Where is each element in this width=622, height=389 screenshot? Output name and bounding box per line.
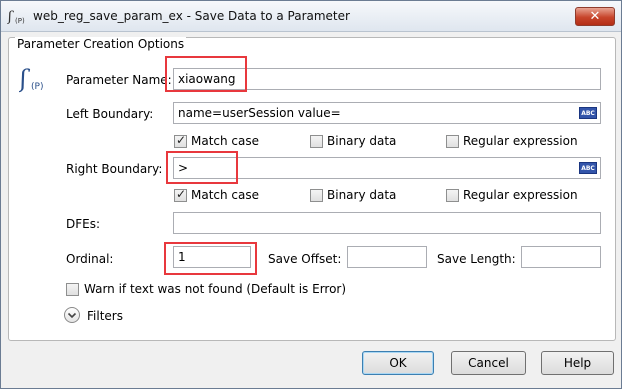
save-offset-input[interactable]	[347, 246, 427, 268]
filters-expander[interactable]	[64, 307, 80, 323]
left-boundary-input[interactable]: name=userSession value=	[173, 102, 601, 124]
dfes-label: DFEs:	[66, 217, 101, 231]
ordinal-label: Ordinal:	[66, 252, 114, 266]
cancel-button[interactable]: Cancel	[451, 351, 526, 375]
help-button[interactable]: Help	[541, 351, 614, 375]
save-length-input[interactable]	[521, 246, 601, 268]
title-bar[interactable]: ʃ (P) web_reg_save_param_ex - Save Data …	[1, 1, 621, 32]
left-regex-checkbox[interactable]	[446, 135, 459, 148]
close-button[interactable]: ✕	[575, 7, 615, 26]
dialog-window: ʃ (P) web_reg_save_param_ex - Save Data …	[0, 0, 622, 389]
left-binary-data-label: Binary data	[327, 134, 397, 148]
right-match-case-label: Match case	[191, 188, 260, 202]
left-regex-label: Regular expression	[463, 134, 578, 148]
highlight-ordinal	[164, 242, 257, 275]
warn-label: Warn if text was not found (Default is E…	[84, 282, 347, 296]
text-editor-icon[interactable]: ABC	[579, 107, 597, 119]
svg-text:(P): (P)	[15, 17, 25, 25]
warn-checkbox[interactable]	[66, 283, 79, 296]
filters-label[interactable]: Filters	[87, 309, 123, 323]
highlight-right-boundary	[166, 151, 238, 184]
left-boundary-label: Left Boundary:	[66, 107, 154, 121]
group-title: Parameter Creation Options	[15, 37, 187, 51]
save-length-label: Save Length:	[437, 252, 516, 266]
chevron-down-icon	[67, 312, 77, 319]
ok-button[interactable]: OK	[362, 351, 434, 375]
left-match-case-checkbox[interactable]	[174, 133, 187, 148]
function-icon: ʃ (P)	[7, 9, 25, 25]
right-regex-checkbox[interactable]	[446, 189, 459, 202]
right-boundary-label: Right Boundary:	[66, 162, 163, 176]
svg-text:ʃ: ʃ	[19, 65, 31, 93]
right-match-case-checkbox[interactable]	[174, 187, 187, 202]
window-title: web_reg_save_param_ex - Save Data to a P…	[33, 9, 350, 23]
svg-text:ʃ: ʃ	[7, 9, 14, 25]
text-editor-icon[interactable]: ABC	[579, 162, 597, 174]
svg-text:(P): (P)	[31, 82, 43, 92]
parameter-icon: ʃ (P)	[19, 65, 43, 93]
parameter-name-label: Parameter Name:	[66, 73, 172, 87]
left-binary-data-checkbox[interactable]	[310, 135, 323, 148]
dfes-input[interactable]	[173, 212, 601, 234]
highlight-parameter-name	[165, 56, 247, 92]
left-match-case-label: Match case	[191, 134, 260, 148]
right-binary-data-checkbox[interactable]	[310, 189, 323, 202]
right-regex-label: Regular expression	[463, 188, 578, 202]
save-offset-label: Save Offset:	[268, 252, 342, 266]
right-binary-data-label: Binary data	[327, 188, 397, 202]
